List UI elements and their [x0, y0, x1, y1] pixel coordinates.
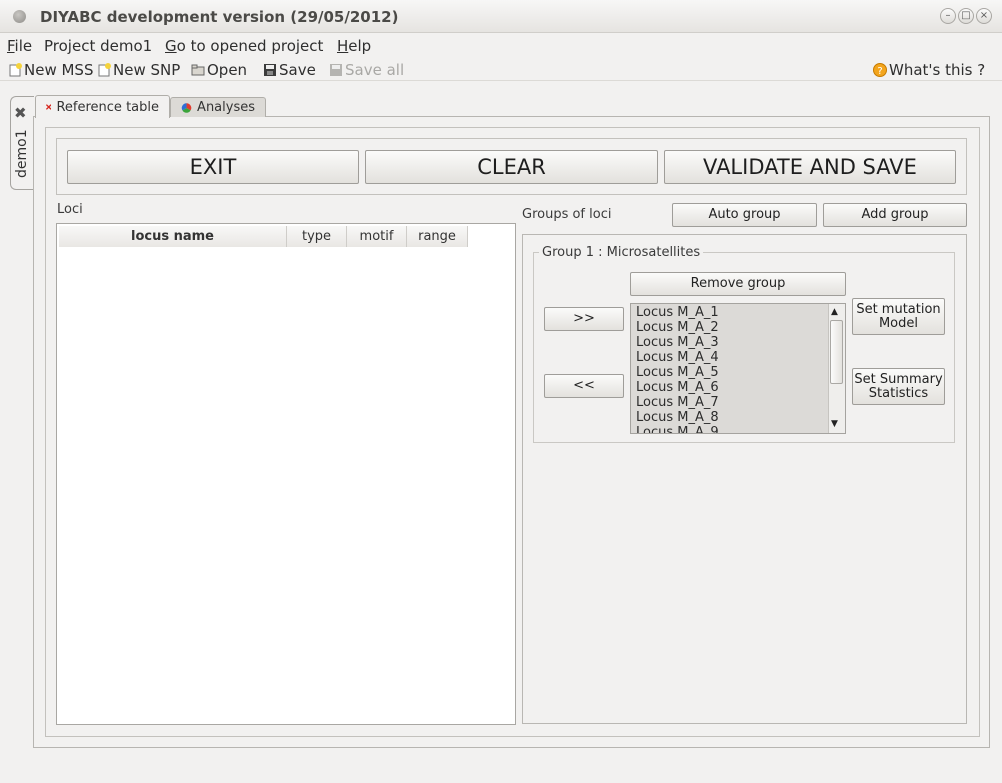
column-header-motif[interactable]: motif — [347, 226, 407, 247]
new-snp-label: New SNP — [113, 61, 181, 79]
new-file-icon — [9, 63, 22, 77]
tab-analyses-label: Analyses — [197, 100, 255, 115]
new-snp-button[interactable]: New SNP — [97, 61, 180, 79]
loci-label: Loci — [57, 202, 83, 217]
svg-text:?: ? — [877, 66, 882, 77]
open-label: Open — [207, 61, 248, 79]
close-icon[interactable]: × — [976, 8, 992, 24]
window-title: DIYABC development version (29/05/2012) — [40, 8, 399, 26]
list-item[interactable]: Locus M_A_1 — [636, 305, 719, 320]
folder-icon — [191, 64, 205, 76]
list-item[interactable]: Locus M_A_2 — [636, 320, 719, 335]
help-bubble-icon: ? — [873, 63, 887, 77]
menu-project[interactable]: Project demo1 — [44, 37, 152, 55]
set-summary-label-line2: Statistics — [868, 385, 929, 401]
set-mutation-label-line2: Model — [878, 315, 919, 331]
group-title: Group 1 : Microsatellites — [539, 245, 704, 260]
save-all-label: Save all — [345, 61, 405, 79]
list-item[interactable]: Locus M_A_7 — [636, 395, 719, 410]
list-item[interactable]: Locus M_A_8 — [636, 410, 719, 425]
move-right-button[interactable]: >> — [544, 307, 624, 331]
tab-analyses[interactable]: Analyses — [170, 97, 266, 117]
set-mutation-model-button[interactable]: Set mutation Model — [852, 298, 945, 335]
open-button[interactable]: Open — [191, 61, 247, 79]
scroll-thumb[interactable] — [830, 320, 843, 384]
set-mutation-label-line1: Set mutation — [856, 301, 941, 317]
list-item[interactable]: Locus M_A_5 — [636, 365, 719, 380]
column-header-type[interactable]: type — [287, 226, 347, 247]
group-loci-list[interactable]: Locus M_A_1 Locus M_A_2 Locus M_A_3 Locu… — [630, 303, 846, 434]
color-wheel-icon — [181, 102, 192, 113]
save-all-icon — [330, 64, 342, 76]
exit-button[interactable]: EXIT — [67, 150, 359, 184]
whats-this-label: What's this ? — [889, 61, 986, 79]
save-button[interactable]: Save — [263, 61, 316, 79]
auto-group-button[interactable]: Auto group — [672, 203, 817, 227]
list-item[interactable]: Locus M_A_6 — [636, 380, 719, 395]
new-mss-button[interactable]: New MSS — [8, 61, 93, 79]
menu-help[interactable]: Help — [337, 37, 371, 55]
set-summary-statistics-button[interactable]: Set Summary Statistics — [852, 368, 945, 405]
column-header-range[interactable]: range — [407, 226, 468, 247]
set-summary-label-line1: Set Summary — [854, 371, 943, 387]
red-x-icon — [46, 104, 52, 110]
column-header-locus-name[interactable]: locus name — [59, 226, 287, 247]
list-item[interactable]: Locus M_A_9 — [636, 425, 719, 433]
save-all-button[interactable]: Save all — [329, 61, 404, 79]
list-item[interactable]: Locus M_A_4 — [636, 350, 719, 365]
whats-this-button[interactable]: ? What's this ? — [873, 61, 985, 79]
menu-file[interactable]: File — [7, 37, 32, 55]
new-file-icon — [98, 63, 111, 77]
close-project-icon[interactable]: ✖ — [14, 104, 27, 122]
groups-of-loci-label: Groups of loci — [522, 207, 612, 222]
new-mss-label: New MSS — [24, 61, 94, 79]
loci-table[interactable] — [56, 223, 516, 725]
tab-reference-label: Reference table — [56, 99, 159, 115]
add-group-button[interactable]: Add group — [823, 203, 967, 227]
scroll-down-icon[interactable]: ▼ — [831, 419, 838, 429]
list-item[interactable]: Locus M_A_3 — [636, 335, 719, 350]
tab-reference-table[interactable]: Reference table — [35, 95, 170, 118]
save-label: Save — [279, 61, 316, 79]
remove-group-button[interactable]: Remove group — [630, 272, 846, 296]
validate-and-save-button[interactable]: VALIDATE AND SAVE — [664, 150, 956, 184]
menu-goto-project[interactable]: Go to opened project — [165, 37, 323, 55]
minimize-icon[interactable]: – — [940, 8, 956, 24]
project-tab-label: demo1 — [14, 129, 30, 178]
clear-button[interactable]: CLEAR — [365, 150, 658, 184]
save-disk-icon — [264, 64, 276, 76]
maximize-icon[interactable]: □ — [958, 8, 974, 24]
app-menu-icon[interactable] — [13, 10, 26, 23]
scroll-up-icon[interactable]: ▲ — [831, 307, 838, 317]
move-left-button[interactable]: << — [544, 374, 624, 398]
